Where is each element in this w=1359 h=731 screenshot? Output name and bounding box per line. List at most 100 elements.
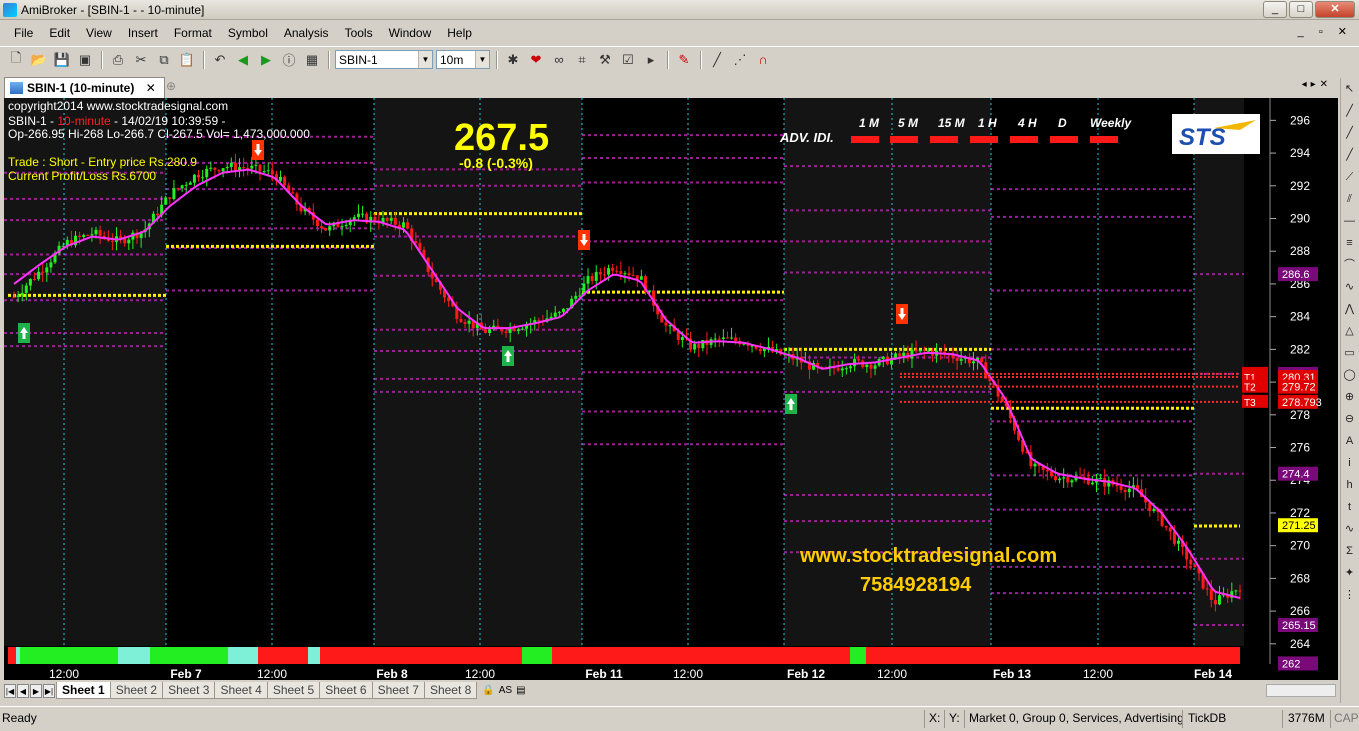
print-icon[interactable]: ⎙ <box>108 50 128 70</box>
minimize-button[interactable]: _ <box>1263 1 1287 18</box>
sheet-menu-icon[interactable]: ▤ <box>516 685 525 696</box>
arc-icon[interactable]: ⌒ <box>1341 254 1358 276</box>
menu-format[interactable]: Format <box>166 26 220 40</box>
cut-icon[interactable]: ✂ <box>131 50 151 70</box>
next-sheet-icon[interactable]: ▶ <box>30 683 42 698</box>
sheet-tab-1[interactable]: Sheet 1 <box>56 682 111 699</box>
last-sheet-icon[interactable]: ▶| <box>43 683 55 698</box>
sigma-icon[interactable]: Σ <box>1341 540 1358 562</box>
undo-icon[interactable]: ↶ <box>210 50 230 70</box>
new-file-icon[interactable]: 🗋 <box>6 50 26 70</box>
sheet-tab-2[interactable]: Sheet 2 <box>109 682 164 699</box>
prev-sheet-icon[interactable]: ◀ <box>17 683 29 698</box>
triangle-icon[interactable]: △ <box>1341 320 1358 342</box>
paste-icon[interactable]: 📋 <box>177 50 197 70</box>
chart-tab[interactable]: SBIN-1 (10-minute) ✕ <box>4 77 165 98</box>
menu-analysis[interactable]: Analysis <box>276 26 337 40</box>
trend-segment <box>850 647 866 664</box>
line-icon[interactable]: ╱ <box>1341 100 1358 122</box>
text-i-icon[interactable]: i <box>1341 452 1358 474</box>
chart-svg[interactable]: SFLT1T2T3 264266268270272274276278280282… <box>4 98 1338 681</box>
horizontal-scrollbar[interactable] <box>1266 684 1336 697</box>
candle-body <box>156 213 160 216</box>
info-icon[interactable]: ⓘ <box>279 50 299 70</box>
price-chart[interactable]: SFLT1T2T3 264266268270272274276278280282… <box>4 98 1338 681</box>
menu-file[interactable]: File <box>6 26 41 40</box>
sine-icon[interactable]: ∿ <box>1341 518 1358 540</box>
tab-scroll-arrows[interactable]: ◂▸✕ <box>1302 79 1332 90</box>
menu-window[interactable]: Window <box>381 26 440 40</box>
trend-segment <box>20 647 118 664</box>
lock-icon[interactable]: 🔒 <box>482 685 494 696</box>
back-icon[interactable]: ◀ <box>233 50 253 70</box>
candle-body <box>127 239 131 244</box>
trend-icon[interactable]: ⟋ <box>1341 166 1358 188</box>
y-tick-label: 266 <box>1290 604 1310 618</box>
candle-body <box>225 167 229 169</box>
sheet-tab-5[interactable]: Sheet 5 <box>266 682 321 699</box>
rectangle-icon[interactable]: ▭ <box>1341 342 1358 364</box>
chevron-down-icon[interactable]: ▼ <box>418 51 432 68</box>
save-icon[interactable]: 💾 <box>52 50 72 70</box>
cycle-icon[interactable]: ∿ <box>1341 276 1358 298</box>
extended-line-icon[interactable]: ╱ <box>1341 144 1358 166</box>
more-icon[interactable]: ⋮ <box>1341 584 1358 606</box>
close-tab-icon[interactable]: ✕ <box>146 81 156 95</box>
check-icon[interactable]: ☑ <box>618 50 638 70</box>
table-icon[interactable]: ▦ <box>302 50 322 70</box>
scan-icon[interactable]: ✱ <box>503 50 523 70</box>
horizontal-line-icon[interactable]: ― <box>1341 210 1358 232</box>
restore-button[interactable]: □ <box>1289 1 1313 18</box>
menu-insert[interactable]: Insert <box>120 26 166 40</box>
ellipse-icon[interactable]: ◯ <box>1341 364 1358 386</box>
new-tab-icon[interactable]: ⊕ <box>166 79 176 93</box>
sheet-tab-6[interactable]: Sheet 6 <box>319 682 373 699</box>
candle-body <box>291 192 295 194</box>
wand-icon[interactable]: ⚒ <box>595 50 615 70</box>
magnet-icon[interactable]: ∩ <box>753 50 773 70</box>
sheet-tab-8[interactable]: Sheet 8 <box>423 682 478 699</box>
sheet-tab-7[interactable]: Sheet 7 <box>371 682 425 699</box>
trend-segment <box>150 647 228 664</box>
open-folder-icon[interactable]: 📂 <box>29 50 49 70</box>
line-tool-icon[interactable]: ╱ <box>707 50 727 70</box>
candle-body <box>844 368 848 370</box>
fibonacci-icon[interactable]: ≡ <box>1341 232 1358 254</box>
zoom-in-icon[interactable]: ⊕ <box>1341 386 1358 408</box>
chevron-down-icon[interactable]: ▼ <box>475 51 489 68</box>
mdi-controls[interactable]: _ ▫ ✕ <box>1298 25 1353 38</box>
menu-help[interactable]: Help <box>439 26 480 40</box>
interval-combo[interactable]: 10m ▼ <box>436 50 490 69</box>
symbol-combo[interactable]: SBIN-1 ▼ <box>335 50 433 69</box>
link-icon[interactable]: ∞ <box>549 50 569 70</box>
candle-body <box>1099 478 1103 480</box>
pointer-icon[interactable]: ↖ <box>1341 78 1358 100</box>
draw-pen-icon[interactable]: ✎ <box>674 50 694 70</box>
play-icon[interactable]: ▸ <box>641 50 661 70</box>
sheet-tab-4[interactable]: Sheet 4 <box>214 682 268 699</box>
ray-icon[interactable]: ╱ <box>1341 122 1358 144</box>
first-sheet-icon[interactable]: |◀ <box>4 683 16 698</box>
heart-icon[interactable]: ❤ <box>526 50 546 70</box>
zoom-out-icon[interactable]: ⊖ <box>1341 408 1358 430</box>
y-tick-label: 270 <box>1290 539 1310 553</box>
forward-icon[interactable]: ▶ <box>256 50 276 70</box>
save-all-icon[interactable]: ▣ <box>75 50 95 70</box>
menu-edit[interactable]: Edit <box>41 26 78 40</box>
text-a-icon[interactable]: A <box>1341 430 1358 452</box>
zigzag-icon[interactable]: ⋀ <box>1341 298 1358 320</box>
menu-symbol[interactable]: Symbol <box>220 26 276 40</box>
text-t-icon[interactable]: t <box>1341 496 1358 518</box>
dotted-line-icon[interactable]: ⋰ <box>730 50 750 70</box>
signal-up <box>785 394 797 414</box>
text-h-icon[interactable]: h <box>1341 474 1358 496</box>
autoscale-icon[interactable]: AS <box>499 685 512 696</box>
menu-tools[interactable]: Tools <box>337 26 381 40</box>
channel-icon[interactable]: ⫽ <box>1341 188 1358 210</box>
sheet-tab-3[interactable]: Sheet 3 <box>162 682 216 699</box>
layout-icon[interactable]: ⌗ <box>572 50 592 70</box>
close-button[interactable]: ✕ <box>1315 1 1355 18</box>
copy-icon[interactable]: ⧉ <box>154 50 174 70</box>
star-icon[interactable]: ✦ <box>1341 562 1358 584</box>
menu-view[interactable]: View <box>78 26 120 40</box>
